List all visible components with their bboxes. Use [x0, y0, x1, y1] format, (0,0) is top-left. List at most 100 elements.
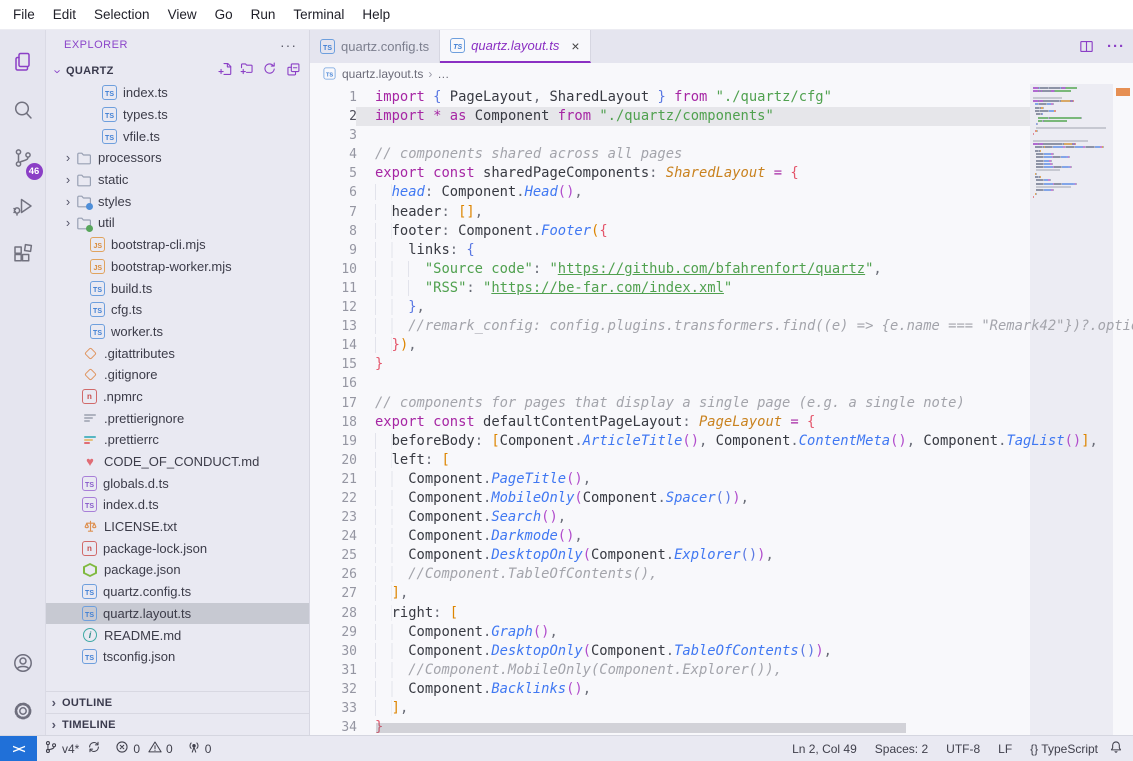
refresh-icon[interactable] — [262, 61, 278, 82]
line-number[interactable]: 6 — [310, 183, 357, 202]
line-number[interactable]: 4 — [310, 145, 357, 164]
tree-item-cfg-ts[interactable]: TScfg.ts — [46, 299, 309, 321]
line-number[interactable]: 23 — [310, 508, 357, 527]
code-line[interactable]: 2import * as Component from "./quartz/co… — [310, 107, 1133, 126]
menu-selection[interactable]: Selection — [85, 3, 159, 26]
tree-item-types-ts[interactable]: TStypes.ts — [46, 104, 309, 126]
tree-item--npmrc[interactable]: n.npmrc — [46, 386, 309, 408]
code-line[interactable]: 22 Component.MobileOnly(Component.Spacer… — [310, 489, 1133, 508]
tree-item-index-ts[interactable]: TSindex.ts — [46, 82, 309, 104]
menu-edit[interactable]: Edit — [44, 3, 85, 26]
line-number[interactable]: 8 — [310, 222, 357, 241]
line-number[interactable]: 1 — [310, 88, 357, 107]
line-number[interactable]: 27 — [310, 584, 357, 603]
line-number[interactable]: 20 — [310, 451, 357, 470]
line-number[interactable]: 13 — [310, 317, 357, 336]
new-file-icon[interactable] — [216, 61, 232, 82]
status-lf[interactable]: LF — [991, 742, 1019, 756]
more-actions-icon[interactable]: ··· — [1107, 38, 1125, 55]
line-number[interactable]: 11 — [310, 279, 357, 298]
code-line[interactable]: 21 Component.PageTitle(), — [310, 470, 1133, 489]
code-line[interactable]: 18export const defaultContentPageLayout:… — [310, 413, 1133, 432]
menu-view[interactable]: View — [159, 3, 206, 26]
code-line[interactable]: 1import { PageLayout, SharedLayout } fro… — [310, 88, 1133, 107]
activity-run-debug-icon[interactable] — [0, 182, 46, 230]
tree-item-bootstrap-worker-mjs[interactable]: JSbootstrap-worker.mjs — [46, 256, 309, 278]
code-line[interactable]: 11 "RSS": "https://be-far.com/index.xml" — [310, 279, 1133, 298]
line-number[interactable]: 17 — [310, 394, 357, 413]
tree-item-code-of-conduct-md[interactable]: ♥CODE_OF_CONDUCT.md — [46, 451, 309, 473]
tree-item-quartz-config-ts[interactable]: TSquartz.config.ts — [46, 581, 309, 603]
tree-item-vfile-ts[interactable]: TSvfile.ts — [46, 125, 309, 147]
explorer-more-actions[interactable]: ··· — [280, 37, 297, 53]
status--[interactable]: {} TypeScript — [1023, 742, 1105, 756]
line-number[interactable]: 25 — [310, 546, 357, 565]
menu-run[interactable]: Run — [242, 3, 285, 26]
code-line[interactable]: 4// components shared across all pages — [310, 145, 1133, 164]
line-number[interactable]: 14 — [310, 336, 357, 355]
code-line[interactable]: 15} — [310, 355, 1133, 374]
line-number[interactable]: 28 — [310, 604, 357, 623]
activity-account-icon[interactable] — [0, 639, 46, 687]
activity-settings-icon[interactable] — [0, 687, 46, 735]
activity-explorer-icon[interactable] — [0, 38, 46, 86]
code-line[interactable]: 12 }, — [310, 298, 1133, 317]
code-line[interactable]: 8 footer: Component.Footer({ — [310, 222, 1133, 241]
tree-item-package-lock-json[interactable]: npackage-lock.json — [46, 537, 309, 559]
code-line[interactable]: 29 Component.Graph(), — [310, 623, 1133, 642]
tree-item-styles[interactable]: ›styles — [46, 190, 309, 212]
split-editor-icon[interactable] — [1078, 38, 1095, 55]
sidebar-section-timeline[interactable]: › TIMELINE — [46, 713, 309, 735]
code-line[interactable]: 33 ], — [310, 699, 1133, 718]
tree-item-package-json[interactable]: package.json — [46, 559, 309, 581]
code-line[interactable]: 23 Component.Search(), — [310, 508, 1133, 527]
code-line[interactable]: 9 links: { — [310, 241, 1133, 260]
line-number[interactable]: 15 — [310, 355, 357, 374]
tree-item-tsconfig-json[interactable]: TStsconfig.json — [46, 646, 309, 668]
status-ln[interactable]: Ln 2, Col 49 — [785, 742, 864, 756]
tab-quartz-config-ts[interactable]: TSquartz.config.ts — [310, 30, 440, 63]
line-number[interactable]: 16 — [310, 374, 357, 393]
collapse-all-icon[interactable] — [285, 61, 301, 82]
menu-help[interactable]: Help — [353, 3, 399, 26]
code-line[interactable]: 24 Component.Darkmode(), — [310, 527, 1133, 546]
line-number[interactable]: 29 — [310, 623, 357, 642]
tab-quartz-layout-ts[interactable]: TSquartz.layout.ts× — [440, 30, 590, 63]
code-line[interactable]: 13 //remark_config: config.plugins.trans… — [310, 317, 1133, 336]
tree-item-build-ts[interactable]: TSbuild.ts — [46, 277, 309, 299]
minimap[interactable] — [1033, 87, 1113, 199]
tree-item--prettierrc[interactable]: .prettierrc — [46, 429, 309, 451]
line-number[interactable]: 5 — [310, 164, 357, 183]
tree-item-globals-d-ts[interactable]: TSglobals.d.ts — [46, 472, 309, 494]
activity-source-control-icon[interactable]: 46 — [0, 134, 46, 182]
bell-icon[interactable] — [1109, 740, 1123, 757]
line-number[interactable]: 9 — [310, 241, 357, 260]
status-utf-8[interactable]: UTF-8 — [939, 742, 987, 756]
tree-item--gitattributes[interactable]: .gitattributes — [46, 342, 309, 364]
remote-indicator[interactable]: >< — [0, 736, 37, 761]
tree-item-util[interactable]: ›util — [46, 212, 309, 234]
code-line[interactable]: 30 Component.DesktopOnly(Component.Table… — [310, 642, 1133, 661]
code-line[interactable]: 3 — [310, 126, 1133, 145]
code-line[interactable]: 19 beforeBody: [Component.ArticleTitle()… — [310, 432, 1133, 451]
line-number[interactable]: 3 — [310, 126, 357, 145]
sidebar-section-outline[interactable]: › OUTLINE — [46, 691, 309, 713]
tree-item-index-d-ts[interactable]: TSindex.d.ts — [46, 494, 309, 516]
new-folder-icon[interactable] — [239, 61, 255, 82]
code-line[interactable]: 5export const sharedPageComponents: Shar… — [310, 164, 1133, 183]
tree-item-quartz-layout-ts[interactable]: TSquartz.layout.ts — [46, 603, 309, 625]
code-line[interactable]: 16 — [310, 374, 1133, 393]
line-number[interactable]: 26 — [310, 565, 357, 584]
line-number[interactable]: 10 — [310, 260, 357, 279]
workspace-section-header[interactable]: › QUARTZ — [46, 60, 309, 82]
tree-item--gitignore[interactable]: .gitignore — [46, 364, 309, 386]
tree-item-readme-md[interactable]: iREADME.md — [46, 624, 309, 646]
code-line[interactable]: 20 left: [ — [310, 451, 1133, 470]
code-line[interactable]: 25 Component.DesktopOnly(Component.Explo… — [310, 546, 1133, 565]
git-branch-status[interactable]: v4* — [37, 736, 108, 761]
code-line[interactable]: 28 right: [ — [310, 604, 1133, 623]
menu-go[interactable]: Go — [206, 3, 242, 26]
code-line[interactable]: 27 ], — [310, 584, 1133, 603]
tree-item-license-txt[interactable]: LICENSE.txt — [46, 516, 309, 538]
tree-item-static[interactable]: ›static — [46, 169, 309, 191]
